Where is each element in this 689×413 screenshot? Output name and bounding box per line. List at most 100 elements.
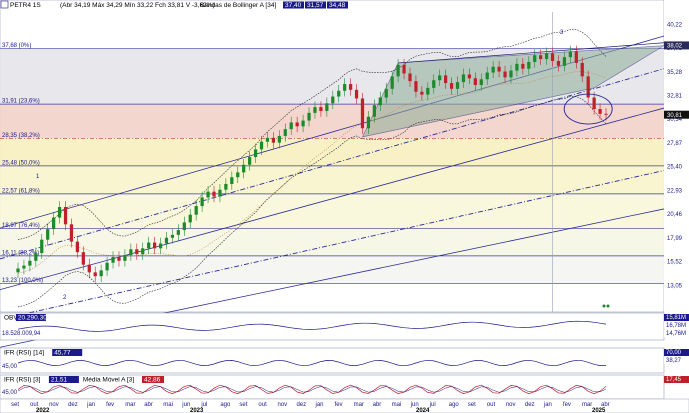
- candle: [467, 74, 472, 79]
- candle: [378, 97, 382, 106]
- candle: [242, 164, 246, 173]
- candle: [414, 81, 418, 92]
- candle: [105, 262, 109, 271]
- x-month-label: nov: [506, 402, 516, 408]
- x-month-label: fev: [563, 402, 571, 408]
- candle: [580, 62, 584, 77]
- candle: [248, 157, 252, 165]
- x-year-label: 2022: [36, 408, 50, 413]
- candle: [81, 252, 85, 265]
- y-tick-label: 27,87: [667, 141, 683, 147]
- candle: [527, 61, 531, 69]
- candle: [265, 137, 270, 142]
- candle: [87, 264, 91, 273]
- x-month-label: fev: [106, 402, 114, 408]
- candle: [194, 206, 198, 215]
- bb-lower-value: 34,48: [329, 2, 346, 9]
- candle: [521, 63, 525, 69]
- candle: [396, 64, 400, 77]
- candle: [307, 112, 311, 121]
- signal-dot: [606, 304, 610, 308]
- candle: [485, 72, 489, 80]
- y-tick-label: 35,28: [667, 70, 683, 76]
- fib-level-label: 37,68 (0%): [2, 43, 31, 49]
- candle: [360, 98, 365, 129]
- candle: [354, 89, 359, 99]
- x-month-label: set: [11, 402, 19, 408]
- candle: [301, 120, 305, 127]
- x-month-label: mai: [392, 402, 402, 408]
- candle: [271, 137, 276, 143]
- x-month-label: abr: [373, 402, 382, 408]
- candle: [449, 83, 454, 89]
- candle: [52, 217, 56, 230]
- fib-band: [0, 255, 664, 284]
- indicator-value: 21,51: [51, 377, 68, 384]
- candle: [384, 88, 388, 98]
- indicator-ma-label: Média Móvel A [3]: [83, 377, 134, 384]
- candle: [574, 51, 578, 63]
- x-month-label: jun: [181, 402, 190, 408]
- candle: [568, 51, 572, 58]
- x-month-label: set: [239, 402, 247, 408]
- candle: [479, 79, 483, 86]
- x-year-label: 2025: [592, 408, 606, 413]
- candle: [22, 265, 26, 269]
- candle: [230, 177, 234, 184]
- candle: [188, 214, 192, 223]
- candle: [372, 105, 376, 117]
- x-month-label: out: [258, 402, 267, 408]
- price-chart[interactable]: PETR4 1S (Abr 34,19 Máx 34,29 Mín 33,22 …: [0, 0, 689, 413]
- x-month-label: jan: [86, 402, 95, 408]
- fib-level-label: 25,48 (50,0%): [2, 160, 40, 166]
- candle: [212, 191, 216, 197]
- y-tick-label: 40,22: [667, 22, 683, 28]
- candle: [438, 75, 442, 81]
- candle: [432, 80, 436, 88]
- x-month-label: mar: [354, 402, 364, 408]
- candle: [491, 66, 495, 73]
- y-tick-label: 25,40: [667, 165, 683, 171]
- x-month-label: dez: [68, 402, 78, 408]
- candle: [152, 242, 157, 249]
- candle: [533, 55, 537, 62]
- y-tick-label: 13,05: [667, 283, 683, 289]
- candle: [46, 229, 50, 240]
- candle: [325, 103, 329, 111]
- indicator-value: 45,77: [54, 350, 71, 357]
- candle: [141, 248, 145, 255]
- y-tick-label: 32,81: [667, 93, 683, 99]
- candle: [277, 135, 281, 143]
- candle: [313, 107, 317, 113]
- candle: [147, 242, 151, 249]
- x-year-label: 2024: [416, 408, 430, 413]
- fib-level-label: 22,57 (61,8%): [2, 188, 40, 194]
- candle: [604, 113, 608, 115]
- fib-band: [0, 165, 664, 194]
- candle: [556, 60, 561, 66]
- price-tag-high-label: 38,02: [667, 44, 683, 50]
- candle: [236, 172, 240, 178]
- candle: [16, 268, 20, 273]
- x-month-label: mai: [163, 402, 173, 408]
- candle: [182, 222, 186, 231]
- x-month-label: jul: [429, 402, 436, 408]
- candle: [129, 249, 133, 256]
- candle: [164, 237, 169, 244]
- x-month-label: nov: [277, 402, 287, 408]
- indicator-left-value: 45,00: [2, 364, 18, 370]
- x-month-label: abr: [144, 402, 153, 408]
- candle: [99, 270, 103, 277]
- indicator-scale-label: 17,45: [666, 377, 682, 383]
- indicator-left-value: 18.528.009,94: [2, 331, 41, 337]
- price-tag-last-label: 30,81: [667, 113, 683, 119]
- candle: [331, 96, 335, 104]
- candle: [135, 249, 139, 255]
- candle: [34, 253, 38, 261]
- indicator-label: IFR (RSI) [14]: [4, 350, 44, 357]
- fib-level-label: 28,35 (38,2%): [2, 133, 40, 139]
- candle: [218, 189, 222, 197]
- candle: [515, 63, 519, 71]
- candle: [170, 234, 175, 238]
- ohlc-readout: (Abr 34,19 Máx 34,29 Mín 33,22 Fch 33,81…: [60, 2, 215, 9]
